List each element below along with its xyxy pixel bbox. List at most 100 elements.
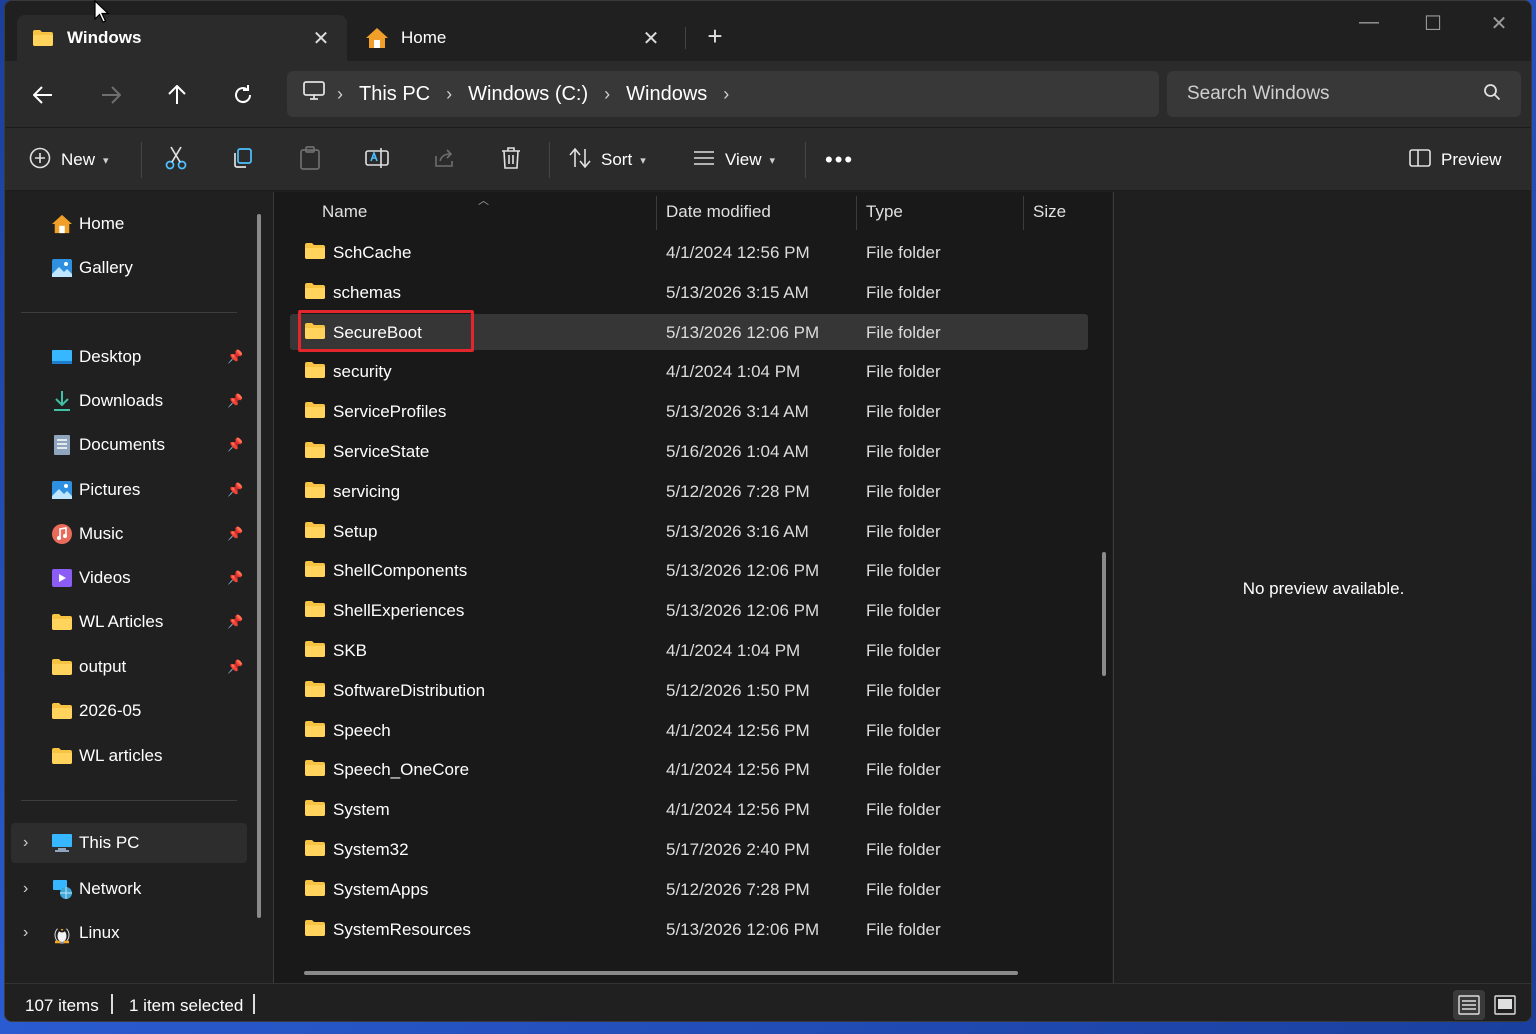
pin-icon[interactable]: 📌 [227,526,243,542]
table-row[interactable]: ServiceProfiles 5/13/2026 3:14 AM File fol… [290,393,1088,429]
column-divider[interactable] [856,196,857,230]
minimize-icon[interactable]: — [1349,11,1389,34]
sidebar-scrollbar[interactable] [257,214,261,918]
close-tab-icon[interactable]: ✕ [309,26,333,51]
table-row[interactable]: System 4/1/2024 12:56 PM File folder [290,791,1088,827]
sidebar-item-output[interactable]: output 📌 [5,647,249,687]
tab-windows[interactable]: Windows ✕ [17,15,347,61]
forward-icon[interactable] [93,77,129,113]
refresh-icon[interactable] [225,77,261,113]
search-input[interactable] [1187,83,1483,105]
sidebar-item-videos[interactable]: Videos 📌 [5,558,249,598]
file-date-modified: 4/1/2024 1:04 PM [666,641,801,660]
new-button[interactable]: New ▾ [29,142,109,178]
network-icon [51,878,73,900]
address-bar[interactable]: › This PC › Windows (C:) › Windows › [287,71,1159,117]
chevron-right-icon[interactable]: › [604,84,610,105]
home-icon [365,26,389,50]
pin-icon[interactable]: 📌 [227,482,243,498]
column-header-size[interactable]: Size [1033,202,1066,222]
maximize-icon[interactable]: ☐ [1413,11,1453,36]
folder-icon [31,26,55,50]
column-divider[interactable] [1023,196,1024,230]
table-row[interactable]: System32 5/17/2026 2:40 PM File folder [290,831,1088,867]
file-name: SchCache [333,243,412,262]
table-row[interactable]: SchCache 4/1/2024 12:56 PM File folder [290,234,1088,270]
table-row[interactable]: SoftwareDistribution 5/12/2026 1:50 PM Fil… [290,672,1088,708]
sidebar-divider [21,800,237,801]
preview-button[interactable]: Preview [1409,142,1501,178]
sidebar-item-this-pc[interactable]: › This PC [11,823,247,863]
sidebar-item-2026-05[interactable]: 2026-05 [5,691,249,731]
vertical-scrollbar[interactable] [1102,552,1106,676]
column-header-type[interactable]: Type [866,202,903,222]
breadcrumb-windows[interactable]: Windows [626,83,707,106]
sidebar-item-linux[interactable]: › Linux [5,913,249,953]
view-button[interactable]: View ▾ [693,142,775,178]
breadcrumb-windows-c[interactable]: Windows (C:) [468,83,588,106]
table-row[interactable]: Speech_OneCore 4/1/2024 12:56 PM File fold… [290,751,1088,787]
delete-button[interactable] [501,142,521,178]
sidebar-item-downloads[interactable]: Downloads 📌 [5,381,249,421]
table-row[interactable]: SecureBoot 5/13/2026 12:06 PM File folder [290,313,1088,350]
table-row[interactable]: ShellComponents 5/13/2026 12:06 PM File fo… [290,552,1088,588]
pin-icon[interactable]: 📌 [227,393,243,409]
share-button[interactable] [433,142,455,178]
back-icon[interactable] [25,77,61,113]
pin-icon[interactable]: 📌 [227,437,243,453]
pin-icon[interactable]: 📌 [227,659,243,675]
chevron-right-icon[interactable]: › [23,880,28,898]
tiles-view-icon[interactable] [1489,990,1521,1020]
sidebar-item-pictures[interactable]: Pictures 📌 [5,470,249,510]
close-tab-icon[interactable]: ✕ [639,26,663,51]
table-row[interactable]: security 4/1/2024 1:04 PM File folder [290,353,1088,389]
sidebar-item-home[interactable]: Home [5,204,249,244]
sidebar-item-label: Pictures [79,480,141,499]
sidebar-item-network[interactable]: › Network [5,869,249,909]
sidebar-item-documents[interactable]: Documents 📌 [5,425,249,465]
sidebar-item-wl-articles-2[interactable]: WL articles [5,736,249,776]
more-options-icon[interactable]: ••• [825,142,854,178]
cut-button[interactable] [165,142,187,178]
table-row[interactable]: Setup 5/13/2026 3:16 AM File folder [290,513,1088,549]
table-row[interactable]: ShellExperiences 5/13/2026 12:06 PM File f… [290,592,1088,628]
new-tab-icon[interactable]: + [701,21,729,52]
breadcrumb-this-pc[interactable]: This PC [359,83,430,106]
table-row[interactable]: SKB 4/1/2024 1:04 PM File folder [290,632,1088,668]
pin-icon[interactable]: 📌 [227,614,243,630]
tab-home[interactable]: Home ✕ [351,15,677,61]
table-row[interactable]: servicing 5/12/2026 7:28 PM File folder [290,473,1088,509]
search-icon[interactable] [1483,83,1501,106]
rename-button[interactable] [365,142,389,178]
close-window-icon[interactable]: ✕ [1479,11,1519,36]
sidebar-item-gallery[interactable]: Gallery [5,248,249,288]
pin-icon[interactable]: 📌 [227,570,243,586]
column-header-date[interactable]: Date modified [666,202,771,222]
sidebar-item-music[interactable]: Music 📌 [5,514,249,554]
sidebar-item-desktop[interactable]: Desktop 📌 [5,337,249,377]
table-row[interactable]: SystemResources 5/13/2026 12:06 PM File fo… [290,911,1088,947]
details-view-icon[interactable] [1453,990,1485,1020]
table-row[interactable]: SystemApps 5/12/2026 7:28 PM File folder [290,871,1088,907]
pin-icon[interactable]: 📌 [227,349,243,365]
up-icon[interactable] [159,77,195,113]
horizontal-scrollbar[interactable] [304,971,1018,975]
search-box[interactable] [1167,71,1521,117]
sidebar-item-wl-articles[interactable]: WL Articles 📌 [5,602,249,642]
chevron-right-icon[interactable]: › [446,84,452,105]
chevron-right-icon[interactable]: › [23,834,28,852]
paste-button[interactable] [299,142,321,178]
table-row[interactable]: schemas 5/13/2026 3:15 AM File folder [290,274,1088,310]
new-label: New [61,150,96,169]
chevron-right-icon[interactable]: › [723,84,729,105]
column-divider[interactable] [656,196,657,230]
table-row[interactable]: ServiceState 5/16/2026 1:04 AM File folder [290,433,1088,469]
file-name: SoftwareDistribution [333,680,486,700]
copy-button[interactable] [231,142,253,178]
column-header-name[interactable]: Name [322,202,367,222]
file-name: Speech_OneCore [333,760,470,780]
chevron-right-icon[interactable]: › [337,84,343,105]
table-row[interactable]: Speech 4/1/2024 12:56 PM File folder [290,712,1088,748]
chevron-right-icon[interactable]: › [23,924,28,942]
sort-button[interactable]: Sort ▾ [569,142,646,178]
